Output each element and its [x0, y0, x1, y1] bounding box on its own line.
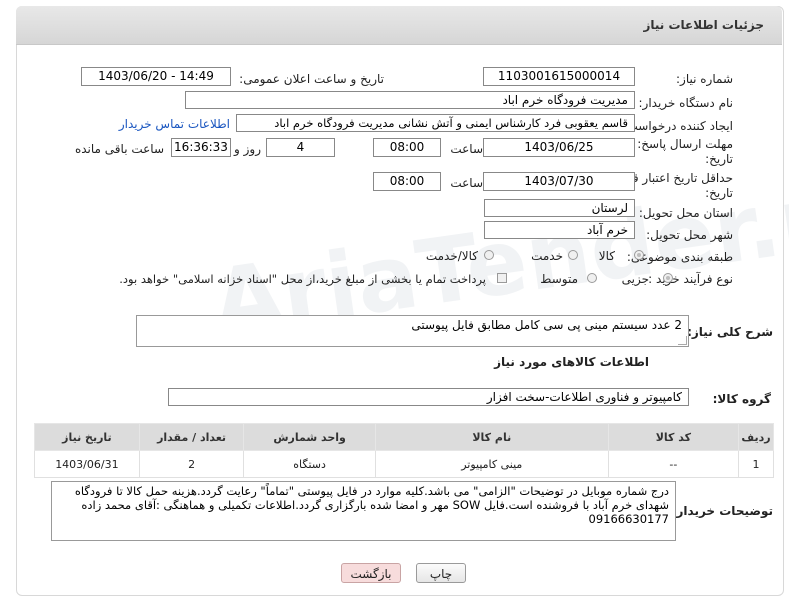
table-header-row: ردیف کد کالا نام کالا واحد شمارش تعداد /…: [34, 423, 774, 451]
cell-code: --: [607, 450, 740, 478]
days-label: روز و: [234, 142, 261, 156]
cell-date: 1403/06/31: [34, 450, 140, 478]
reply-date-field: 1403/06/25: [483, 138, 635, 157]
items-table: ردیف کد کالا نام کالا واحد شمارش تعداد /…: [34, 423, 774, 478]
province-field: لرستان: [484, 199, 635, 217]
announce-field: 1403/06/20 - 14:49: [81, 67, 231, 86]
col-header-quantity: تعداد / مقدار: [138, 423, 245, 451]
category-both-radio[interactable]: [484, 250, 494, 260]
announce-label: تاریخ و ساعت اعلان عمومی:: [239, 72, 384, 86]
cell-unit: دستگاه: [243, 450, 376, 478]
process-medium-label: متوسط: [540, 272, 578, 286]
buyer-contact-link[interactable]: اطلاعات تماس خریدار: [119, 117, 230, 131]
buyer-notes-label: توضیحات خریدار:: [671, 504, 773, 518]
panel-title: جزئیات اطلاعات نیاز: [643, 18, 764, 32]
province-label: استان محل تحویل:: [638, 206, 733, 220]
buyer-notes-line-3: 09166630177: [588, 512, 669, 526]
cell-name: مینی کامپیوتر: [374, 450, 609, 478]
process-label: نوع فرآیند خرید :: [648, 272, 733, 286]
buyer-notes-line-2: شهدای خرم آباد با فروشنده است.فایل SOW م…: [81, 498, 669, 512]
goods-section-title: اطلاعات کالاهای مورد نیاز: [494, 355, 649, 369]
price-date-field: 1403/07/30: [483, 172, 635, 191]
requester-label: ایجاد کننده درخواست:: [622, 119, 733, 133]
category-goods-label: کالا: [598, 249, 615, 263]
need-number-label: شماره نیاز:: [676, 72, 733, 86]
description-label: شرح کلی نیاز:: [687, 325, 773, 339]
goods-group-field: کامپیوتر و فناوری اطلاعات-سخت افزار: [168, 388, 689, 406]
category-service-label: خدمت: [531, 249, 563, 263]
col-header-row-number: ردیف: [738, 423, 774, 451]
price-time-field: 08:00: [373, 172, 441, 191]
requester-field: قاسم یعقوبی فرد کارشناس ایمنی و آتش نشان…: [236, 114, 635, 132]
days-count-field: 4: [266, 138, 335, 157]
buyer-org-label: نام دستگاه خریدار:: [638, 96, 734, 110]
process-minor-radio[interactable]: [663, 273, 673, 283]
col-header-name: نام کالا: [374, 423, 609, 451]
reply-time-field: 08:00: [373, 138, 441, 157]
panel-header: جزئیات اطلاعات نیاز: [16, 6, 782, 45]
table-row: 1 -- مینی کامپیوتر دستگاه 2 1403/06/31: [34, 450, 774, 478]
process-minor-label: جزیی: [621, 272, 649, 286]
description-textarea[interactable]: 2 عدد سیستم مینی پی سی کامل مطابق فایل پ…: [136, 315, 689, 347]
need-number-field: 1103001615000014: [483, 67, 635, 86]
category-service-radio[interactable]: [568, 250, 578, 260]
price-validity-label-date: تاریخ:: [705, 186, 733, 200]
remaining-label: ساعت باقی مانده: [74, 142, 164, 156]
buyer-org-field: مدیریت فرودگاه خرم اباد: [185, 91, 635, 109]
buyer-notes-line-1: درج شماره موبایل در توضیحات "الزامی" می …: [74, 484, 669, 498]
description-resize-grip[interactable]: [678, 336, 687, 345]
cell-quantity: 2: [138, 450, 245, 478]
col-header-unit: واحد شمارش: [243, 423, 376, 451]
goods-group-label: گروه کالا:: [712, 392, 771, 406]
price-time-label: ساعت: [450, 176, 483, 190]
reply-deadline-label-date: تاریخ:: [705, 152, 733, 166]
city-field: خرم آباد: [484, 221, 635, 239]
col-header-code: کد کالا: [607, 423, 740, 451]
treasury-checkbox[interactable]: [497, 273, 507, 283]
cell-row-number: 1: [738, 450, 774, 478]
category-both-label: کالا/خدمت: [425, 249, 478, 263]
buyer-notes-textarea[interactable]: درج شماره موبایل در توضیحات "الزامی" می …: [51, 481, 676, 541]
reply-deadline-label: مهلت ارسال پاسخ: تا: [626, 137, 733, 151]
back-button[interactable]: بازگشت: [341, 563, 401, 583]
reply-time-label: ساعت: [450, 142, 483, 156]
remaining-time-field: 16:36:33: [171, 138, 231, 157]
process-note: پرداخت تمام یا بخشی از مبلغ خرید،از محل …: [119, 272, 486, 286]
print-button[interactable]: چاپ: [416, 563, 466, 583]
process-medium-radio[interactable]: [587, 273, 597, 283]
category-goods-radio[interactable]: [634, 250, 644, 260]
col-header-date: تاریخ نیاز: [34, 423, 140, 451]
city-label: شهر محل تحویل:: [646, 228, 733, 242]
